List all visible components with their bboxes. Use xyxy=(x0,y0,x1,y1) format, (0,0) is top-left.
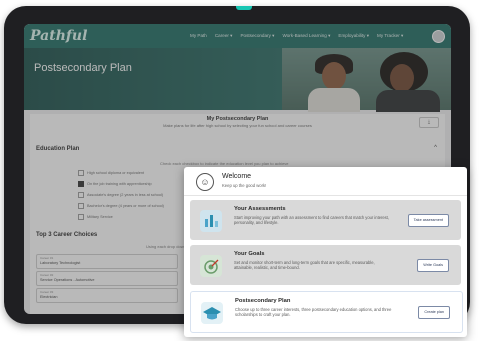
welcome-title: Welcome xyxy=(222,173,252,180)
card-description: Start improving your path with an assess… xyxy=(234,215,389,226)
graduation-cap-icon xyxy=(201,302,223,324)
assessment-icon xyxy=(200,210,222,232)
welcome-panel: ☺ Welcome Keep up the good work! Your As… xyxy=(184,167,467,337)
create-plan-button[interactable]: Create plan xyxy=(418,306,450,319)
assessments-card: Your Assessments Start improving your pa… xyxy=(190,200,461,240)
user-icon: ☺ xyxy=(196,173,214,191)
card-title: Your Goals xyxy=(234,251,265,257)
card-title: Your Assessments xyxy=(234,206,286,212)
card-description: Set and monitor short-term and long-term… xyxy=(234,260,375,271)
welcome-header: ☺ Welcome Keep up the good work! xyxy=(184,167,467,196)
card-title: Postsecondary Plan xyxy=(235,298,291,304)
write-goals-button[interactable]: Write Goals xyxy=(417,259,449,272)
welcome-subtitle: Keep up the good work! xyxy=(222,183,267,188)
goals-icon xyxy=(200,255,222,277)
goals-card: Your Goals Set and monitor short-term an… xyxy=(190,245,461,285)
take-assessment-button[interactable]: Take assessment xyxy=(407,214,449,227)
postsecondary-plan-card: Postsecondary Plan Choose up to three ca… xyxy=(190,291,463,333)
card-description: Choose up to three career interests, thr… xyxy=(235,307,392,318)
accent-notch xyxy=(236,6,252,10)
